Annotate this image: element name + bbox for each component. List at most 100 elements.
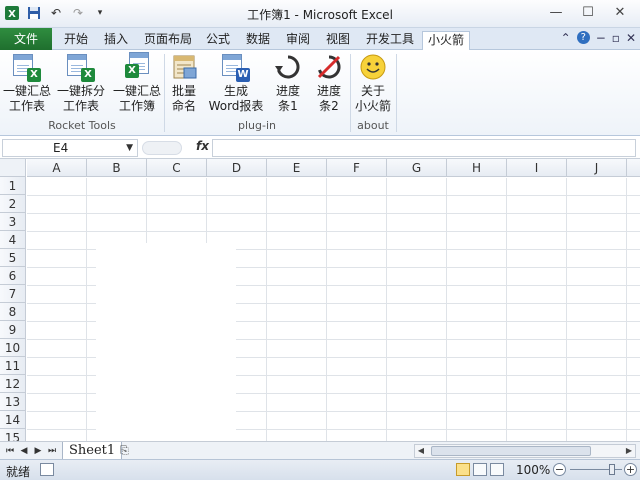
formula-input[interactable]	[212, 139, 636, 157]
group-separator	[396, 54, 397, 132]
tab-insert[interactable]: 插入	[100, 31, 132, 50]
select-all-corner[interactable]	[0, 159, 26, 177]
row-header[interactable]: 4	[0, 231, 26, 249]
column-header[interactable]: H	[447, 159, 507, 177]
column-header[interactable]: I	[507, 159, 567, 177]
first-sheet-icon[interactable]: ⏮	[4, 444, 16, 458]
column-header[interactable]: F	[327, 159, 387, 177]
zoom-in-icon[interactable]: +	[624, 463, 637, 476]
about-label-1: 关于	[360, 84, 385, 98]
ribbon-tabs: 文件 开始 插入 页面布局 公式 数据 审阅 视图 开发工具 小火箭 ⌃ ? −…	[0, 28, 640, 50]
column-header[interactable]: A	[27, 159, 87, 177]
merge-sheets-label-2: 工作表	[8, 99, 45, 113]
row-header[interactable]: 1	[0, 177, 26, 195]
row-header[interactable]: 2	[0, 195, 26, 213]
batch-rename-icon	[168, 52, 200, 82]
tab-file[interactable]: 文件	[0, 28, 52, 50]
tab-data[interactable]: 数据	[242, 31, 274, 50]
column-header[interactable]: E	[267, 159, 327, 177]
chevron-down-icon[interactable]: ▼	[126, 140, 133, 156]
ribbon-panel: X 一键汇总 工作表 X 一键拆分 工作表 X 一键汇总 工作簿 Rocket …	[0, 50, 640, 136]
row-header[interactable]: 8	[0, 303, 26, 321]
tab-page-layout[interactable]: 页面布局	[140, 31, 196, 50]
row-header[interactable]: 3	[0, 213, 26, 231]
column-header[interactable]: G	[387, 159, 447, 177]
split-sheets-button[interactable]: X 一键拆分 工作表	[56, 52, 106, 118]
tab-rocket[interactable]: 小火箭	[422, 31, 470, 50]
horizontal-scrollbar[interactable]: ◀ ▶	[414, 444, 636, 458]
smiley-icon	[357, 52, 389, 82]
prev-sheet-icon[interactable]: ◀	[18, 444, 30, 458]
batch-rename-label-1: 批量	[171, 84, 196, 98]
merge-sheets-button[interactable]: X 一键汇总 工作表	[2, 52, 52, 118]
row-header[interactable]: 7	[0, 285, 26, 303]
row-header[interactable]: 13	[0, 393, 26, 411]
progress-bar-1-button[interactable]: 进度 条1	[270, 52, 306, 118]
progress-bar-2-button[interactable]: 进度 条2	[310, 52, 348, 118]
page-layout-view-icon[interactable]	[473, 463, 487, 476]
column-header[interactable]: B	[87, 159, 147, 177]
scroll-left-icon[interactable]: ◀	[415, 445, 427, 457]
about-rocket-button[interactable]: 关于 小火箭	[352, 52, 394, 118]
merge-workbooks-button[interactable]: X 一键汇总 工作簿	[112, 52, 162, 118]
batch-rename-button[interactable]: 批量 命名	[166, 52, 202, 118]
close-icon[interactable]: ✕	[604, 2, 636, 22]
row-header[interactable]: 14	[0, 411, 26, 429]
insert-sheet-icon[interactable]: ⎘	[120, 444, 138, 458]
about-label-2: 小火箭	[354, 99, 391, 113]
column-header[interactable]: C	[147, 159, 207, 177]
worksheet-grid[interactable]: A B C D E F G H I J 1 2 3 4 5 6 7 8 9 10…	[0, 159, 640, 441]
formula-controls: fx	[142, 139, 210, 157]
row-header[interactable]: 6	[0, 267, 26, 285]
row-header[interactable]: 10	[0, 339, 26, 357]
macro-record-icon[interactable]	[40, 463, 54, 476]
group-label-about: about	[357, 119, 389, 132]
word-report-label-2: Word报表	[208, 99, 264, 113]
help-icon[interactable]: ?	[576, 31, 590, 44]
sheet-tab[interactable]: Sheet1	[62, 442, 123, 460]
column-header[interactable]: D	[207, 159, 267, 177]
minimize-icon[interactable]: —	[540, 2, 572, 22]
merge-sheets-icon: X	[11, 52, 43, 82]
next-sheet-icon[interactable]: ▶	[32, 444, 44, 458]
zoom-level[interactable]: 100%	[516, 463, 550, 477]
workbook-close-icon[interactable]: ✕	[626, 31, 636, 45]
zoom-slider-handle[interactable]	[609, 464, 615, 475]
name-box[interactable]: E4 ▼	[2, 139, 138, 157]
tab-developer[interactable]: 开发工具	[362, 31, 418, 50]
progress-cancel-icon	[313, 52, 345, 82]
progress-2-label-2: 条2	[319, 99, 339, 113]
row-header[interactable]: 12	[0, 375, 26, 393]
sheet-tab-bar: ⏮ ◀ ▶ ⏭ Sheet1 ⎘ ◀ ▶	[0, 441, 640, 460]
tab-home[interactable]: 开始	[60, 31, 92, 50]
formula-edit-buttons[interactable]	[142, 141, 182, 155]
word-report-button[interactable]: W 生成 Word报表	[206, 52, 266, 118]
workbook-minimize-icon[interactable]: −	[596, 31, 606, 45]
insert-function-button[interactable]: fx	[196, 139, 209, 153]
column-header-partial[interactable]	[627, 159, 640, 177]
group-label-plug-in: plug-in	[238, 119, 276, 132]
word-report-label-1: 生成	[223, 84, 248, 98]
normal-view-icon[interactable]	[456, 463, 470, 476]
column-header[interactable]: J	[567, 159, 627, 177]
scroll-right-icon[interactable]: ▶	[623, 445, 635, 457]
scroll-thumb[interactable]	[431, 446, 591, 456]
blank-region	[96, 243, 236, 441]
status-ready: 就绪	[6, 465, 31, 479]
tab-view[interactable]: 视图	[322, 31, 354, 50]
tab-review[interactable]: 审阅	[282, 31, 314, 50]
progress-refresh-icon	[272, 52, 304, 82]
row-header[interactable]: 11	[0, 357, 26, 375]
group-separator	[164, 54, 165, 132]
row-header[interactable]: 5	[0, 249, 26, 267]
progress-2-label-1: 进度	[316, 84, 341, 98]
workbook-restore-icon[interactable]: ▫	[612, 31, 620, 45]
last-sheet-icon[interactable]: ⏭	[46, 444, 58, 458]
tab-formulas[interactable]: 公式	[202, 31, 234, 50]
minimize-ribbon-icon[interactable]: ⌃	[561, 31, 571, 45]
row-header[interactable]: 9	[0, 321, 26, 339]
zoom-out-icon[interactable]: −	[553, 463, 566, 476]
row-header[interactable]: 15	[0, 429, 26, 441]
maximize-icon[interactable]: ☐	[572, 2, 604, 22]
page-break-view-icon[interactable]	[490, 463, 504, 476]
